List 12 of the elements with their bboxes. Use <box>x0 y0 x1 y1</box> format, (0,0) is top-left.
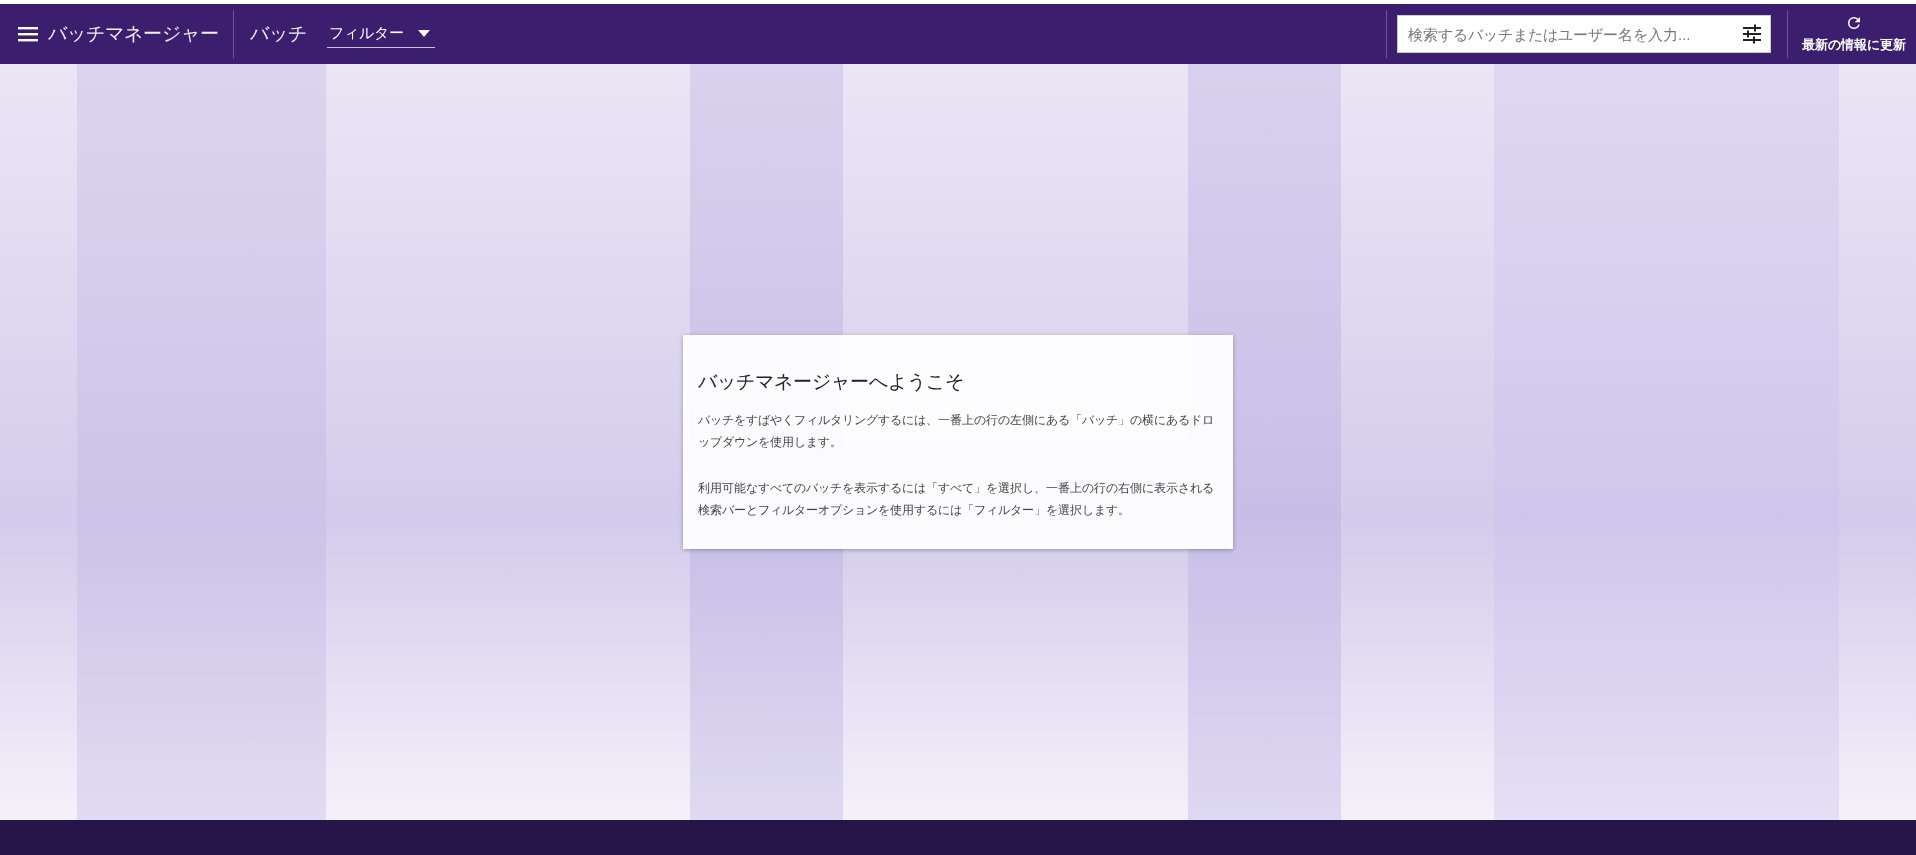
search-field[interactable]: 検索するバッチまたはユーザー名を入力... <box>1397 15 1771 53</box>
refresh-button[interactable]: 最新の情報に更新 <box>1788 14 1916 54</box>
card-paragraph: 利用可能なすべてのバッチを表示するには「すべて」を選択し、一番上の行の右側に表示される検索バーとフィルターオプションを使用するには「フィルター」を選択します。 <box>698 480 1215 519</box>
card-paragraph: バッチをすばやくフィルタリングするには、一番上の行の左側にある「バッチ」の横にあるドロップダウンを使用します。 <box>698 412 1215 451</box>
filter-dropdown[interactable]: フィルター <box>327 20 435 48</box>
card-title: バッチマネージャーへようこそ <box>698 370 965 394</box>
app-title: バッチマネージャー <box>48 22 220 46</box>
menu-icon[interactable] <box>18 26 38 42</box>
caret-icon <box>418 30 430 37</box>
refresh-icon <box>1845 14 1863 32</box>
sliders-icon[interactable] <box>1742 24 1762 44</box>
section-label: バッチ <box>250 22 307 46</box>
